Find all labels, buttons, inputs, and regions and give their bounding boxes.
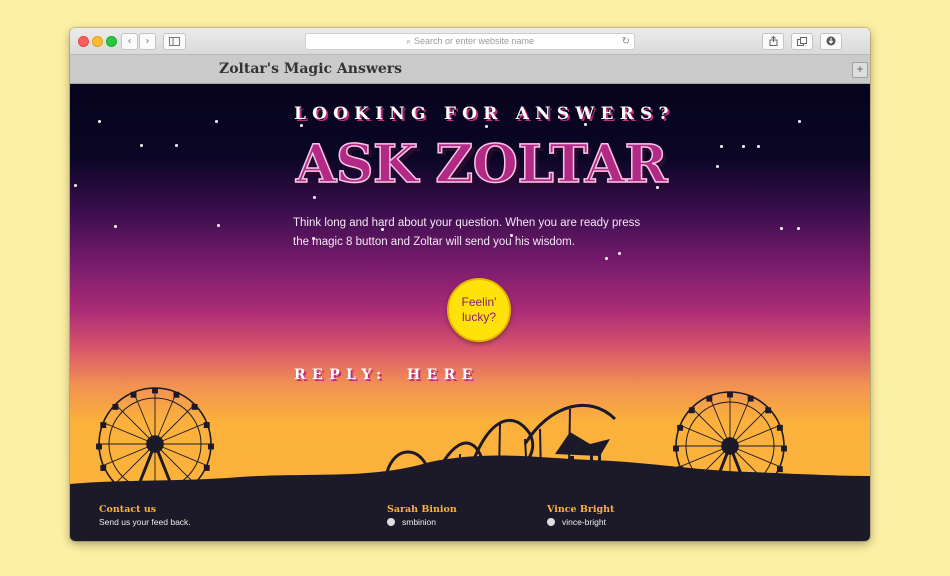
search-icon: ⌕: [405, 36, 411, 46]
author1-link[interactable]: smbinion: [387, 517, 457, 527]
star: [485, 125, 488, 128]
star: [757, 145, 760, 148]
star: [98, 120, 101, 123]
star: [313, 196, 316, 199]
right-ferris-wheel: [673, 391, 787, 506]
left-ferris-wheel: [96, 387, 214, 506]
intro-text: Think long and hard about your question.…: [293, 217, 641, 248]
star: [74, 184, 77, 187]
footer-author-1: Sarah Binion smbinion: [387, 504, 457, 527]
share-icon: [769, 35, 777, 46]
address-bar[interactable]: ⌕ Search or enter website name ↻: [305, 33, 635, 50]
star: [215, 120, 218, 123]
author2-name: Vince Bright: [547, 504, 615, 515]
star: [798, 120, 801, 123]
address-placeholder: Search or enter website name: [413, 36, 535, 46]
browser-toolbar: ‹ › ⌕ Search or enter website name ↻: [70, 28, 870, 55]
tab-bar: Zoltar's Magic Answers +: [70, 55, 870, 84]
star: [605, 257, 608, 260]
back-icon: ‹: [127, 36, 132, 47]
browser-window: ‹ › ⌕ Search or enter website name ↻ Zol…: [70, 28, 870, 541]
magic-button-line2: lucky?: [461, 310, 496, 324]
star: [720, 145, 723, 148]
page-content: LOOKING FOR ANSWERS? ASK ZOLTAR Think lo…: [70, 84, 870, 541]
contact-title[interactable]: Contact us: [99, 504, 191, 515]
magic-8-button[interactable]: Feelin' lucky?: [447, 278, 511, 342]
star: [780, 227, 783, 230]
star: [742, 145, 745, 148]
star: [175, 144, 178, 147]
downloads-button[interactable]: [820, 33, 842, 50]
github-icon: [547, 518, 555, 526]
close-window-button[interactable]: [78, 36, 89, 47]
tab-title[interactable]: Zoltar's Magic Answers: [219, 61, 402, 77]
page-title: ASK ZOLTAR: [295, 133, 668, 196]
page-subtitle: LOOKING FOR ANSWERS?: [294, 104, 675, 124]
sidebar-button[interactable]: [163, 33, 186, 50]
star: [618, 252, 621, 255]
star: [217, 224, 220, 227]
tabs-icon: [797, 37, 807, 46]
star: [114, 225, 117, 228]
contact-text: Send us your feed back.: [99, 517, 191, 527]
sidebar-icon: [169, 37, 180, 46]
star: [300, 124, 303, 127]
zoom-window-button[interactable]: [106, 36, 117, 47]
author2-handle: vince-bright: [562, 517, 606, 527]
back-button[interactable]: ‹: [121, 33, 138, 50]
star: [797, 227, 800, 230]
github-icon: [387, 518, 395, 526]
author2-link[interactable]: vince-bright: [547, 517, 614, 527]
magic-button-line1: Feelin': [461, 295, 497, 309]
downloads-icon: [826, 36, 836, 46]
footer-contact: Contact us Send us your feed back.: [99, 504, 191, 527]
reload-icon[interactable]: ↻: [622, 34, 630, 49]
footer-author-2: Vince Bright vince-bright: [547, 504, 614, 527]
author1-handle: smbinion: [402, 517, 437, 527]
new-tab-icon[interactable]: +: [852, 62, 868, 78]
reply-value: HERE: [406, 367, 479, 383]
forward-icon: ›: [145, 36, 150, 47]
reply-label: REPLY:: [294, 367, 388, 383]
reply-area: REPLY: HERE: [294, 367, 479, 383]
forward-button[interactable]: ›: [139, 33, 156, 50]
author1-name: Sarah Binion: [387, 504, 457, 515]
star: [716, 165, 719, 168]
share-button[interactable]: [762, 33, 784, 50]
minimize-window-button[interactable]: [92, 36, 103, 47]
star: [140, 144, 143, 147]
tabs-button[interactable]: [791, 33, 813, 50]
